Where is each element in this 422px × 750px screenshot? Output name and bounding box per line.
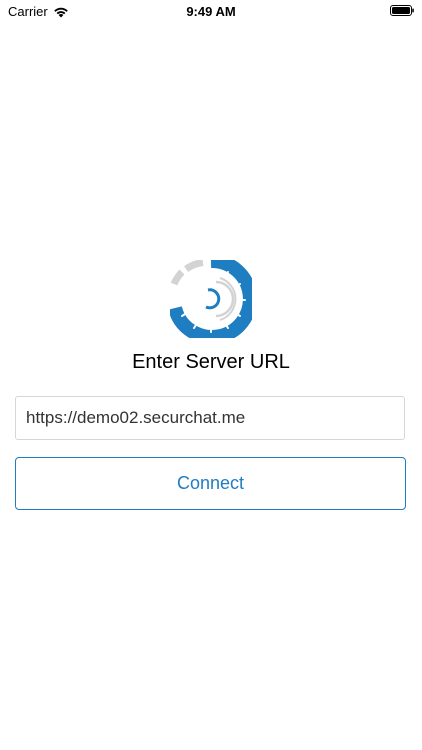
status-time: 9:49 AM (186, 4, 236, 19)
status-bar: Carrier 9:49 AM (0, 0, 422, 22)
screen: Carrier 9:49 AM Enter Server URL https:/… (0, 0, 422, 750)
securchat-logo-icon (170, 260, 252, 338)
page-title: Enter Server URL (132, 351, 290, 373)
server-url-input[interactable] (15, 396, 405, 440)
battery-icon (390, 5, 414, 16)
connect-button[interactable]: Connect (15, 457, 406, 510)
